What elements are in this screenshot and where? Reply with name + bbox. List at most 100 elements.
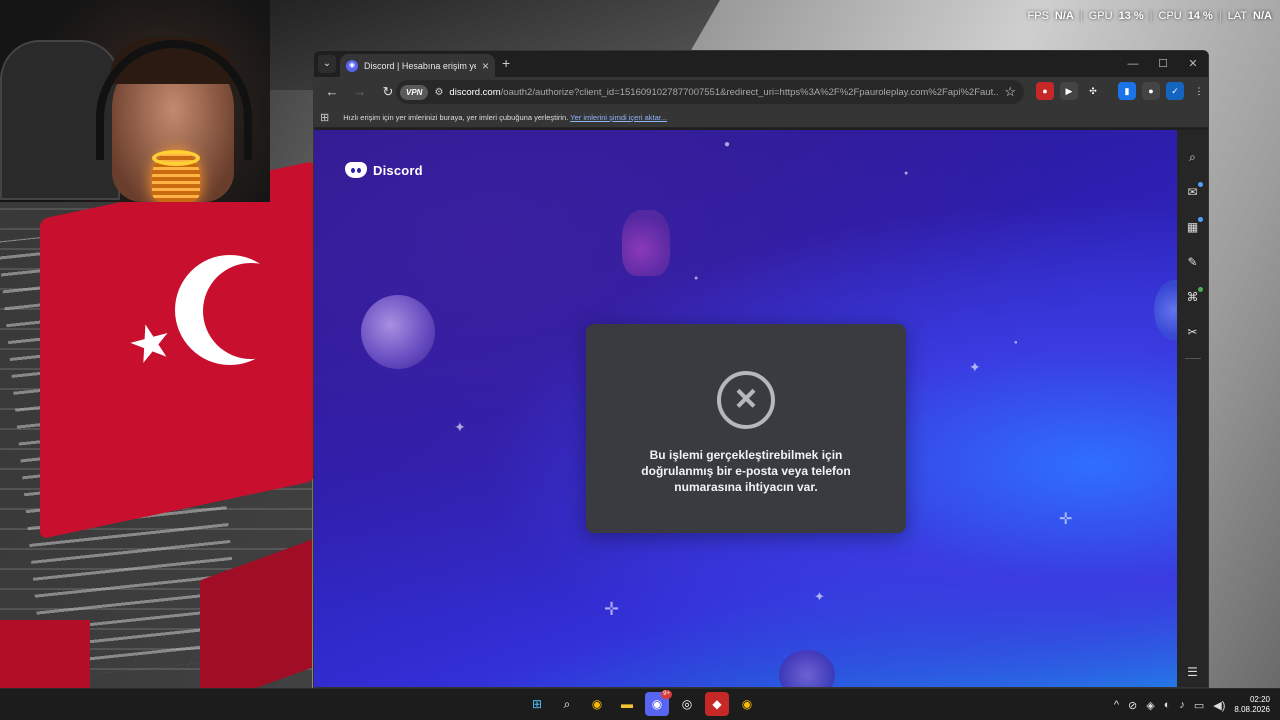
sidebar-toggle-icon[interactable]: ▮	[1118, 82, 1136, 100]
gpu-value: 13 %	[1118, 10, 1144, 22]
chat-icon[interactable]: ✉	[1185, 182, 1203, 201]
tab-search-icon[interactable]: ⌄	[318, 55, 336, 73]
adblock-extension-icon[interactable]: ●	[1036, 82, 1054, 100]
file-explorer-icon[interactable]: ▬	[615, 692, 639, 716]
tab-strip: ⌄ ◉ Discord | Hesabına erişim yetkis × +…	[314, 51, 1208, 77]
volume-icon[interactable]: ◀)	[1213, 699, 1225, 712]
sparkle-icon: ✛	[604, 599, 620, 619]
url-domain: discord.com	[449, 86, 501, 98]
notification-dot	[1197, 217, 1203, 222]
menu-kebab-icon[interactable]: ⋮	[1190, 82, 1208, 100]
chevron-up-icon[interactable]: ^	[1114, 699, 1119, 711]
url-path: /oauth2/authorize?client_id=151609102787…	[500, 86, 999, 98]
clock-date: 8.08.2026	[1234, 705, 1270, 714]
discord-brand-name: Discord	[373, 162, 423, 178]
security-shield-icon[interactable]: ✓	[1166, 82, 1184, 100]
new-tab-icon[interactable]: +	[502, 55, 510, 71]
sparkle-icon: ✛	[1059, 511, 1073, 528]
vpn-badge[interactable]: VPN	[400, 84, 429, 100]
sparkle-icon: ✦	[814, 589, 825, 604]
error-message: Bu işlemi gerçekleştirebilmek için doğru…	[641, 448, 851, 494]
browser-side-panel: ⌕ ✉ ▦ ✎ ⌘ ✂ ☰	[1177, 130, 1208, 687]
taskbar: ⊞ ⌕ ◉ ▬ ◉ 9+ ◎ ◆ ◉ ^ ⊘ ◈ ◐ ♪ ▭ ◀) 02:20 8…	[0, 688, 1280, 720]
browser-toolbar: ← → ↻ VPN ⚙ discord.com/oauth2/authorize…	[314, 77, 1208, 107]
site-info-icon[interactable]: ⚙	[434, 87, 443, 98]
notification-dot	[1197, 287, 1203, 292]
search-icon[interactable]: ⌕	[555, 692, 579, 716]
minimize-button[interactable]: —	[1118, 51, 1148, 77]
gpu-label: GPU	[1088, 10, 1113, 22]
close-window-button[interactable]: ✕	[1178, 51, 1208, 77]
decorative-orb	[779, 650, 835, 687]
error-dialog: × Bu işlemi gerçekleştirebilmek için doğ…	[586, 324, 906, 533]
tray-app-icon[interactable]: ⊘	[1128, 699, 1137, 712]
clock[interactable]: 02:20 8.08.2026	[1234, 695, 1270, 715]
maximize-button[interactable]: ☐	[1148, 51, 1178, 77]
flag-crescent-cut	[203, 263, 299, 359]
red-app-icon[interactable]: ◆	[705, 692, 729, 716]
cpu-label: CPU	[1158, 10, 1182, 22]
microphone-icon[interactable]: ♪	[1179, 699, 1185, 711]
tab-discord[interactable]: ◉ Discord | Hesabına erişim yetkis ×	[340, 54, 495, 77]
chrome-icon[interactable]: ◉	[585, 692, 609, 716]
browser-window: ⌄ ◉ Discord | Hesabına erişim yetkis × +…	[313, 50, 1209, 688]
discord-logo[interactable]: Discord	[345, 162, 423, 178]
cpu-value: 14 %	[1187, 10, 1213, 22]
bookmarks-hint: Hızlı erişim için yer imlerinizi buraya,…	[343, 113, 667, 122]
sparkle-icon: ●	[1014, 340, 1018, 346]
separator: |	[1149, 10, 1153, 22]
system-tray: ^ ⊘ ◈ ◐ ♪ ▭ ◀) 02:20 8.08.2026	[1114, 689, 1270, 720]
discord-page: ✦ ✦ ✛ ✛ ✦ ● ● ● ● Discord × Bu işlemi ge…	[314, 130, 1179, 687]
tab-title: Discord | Hesabına erişim yetkis	[364, 60, 476, 71]
tools-icon[interactable]: ✂	[1185, 323, 1201, 341]
clock-time: 02:20	[1249, 695, 1270, 704]
window-controls: — ☐ ✕	[1118, 51, 1208, 77]
back-icon[interactable]: ←	[320, 80, 344, 104]
fps-value: N/A	[1054, 10, 1074, 22]
decorative-potion	[622, 210, 670, 276]
profile-icon[interactable]: ●	[1142, 82, 1160, 100]
import-bookmarks-link[interactable]: Yer imlerini şimdi içeri aktar...	[570, 113, 667, 122]
close-tab-icon[interactable]: ×	[482, 59, 489, 73]
error-x-icon: ×	[717, 371, 775, 429]
extensions-puzzle-icon[interactable]: ✣	[1084, 82, 1102, 100]
performance-overlay: FPS N/A | GPU 13 % | CPU 14 % | LAT N/A	[1028, 10, 1272, 22]
discord-taskbar-icon[interactable]: ◉ 9+	[645, 690, 672, 716]
search-zoom-icon[interactable]: ⌕	[1185, 148, 1201, 166]
sparkle-icon: ●	[904, 170, 909, 177]
bookmark-star-icon[interactable]: ☆	[1004, 84, 1016, 100]
calculator-icon[interactable]: ▦	[1185, 217, 1203, 236]
separator: |	[1079, 10, 1083, 22]
taskbar-apps: ⊞ ⌕ ◉ ▬ ◉ 9+ ◎ ◆ ◉	[525, 690, 759, 716]
chrome-profile-icon[interactable]: ◉	[735, 692, 759, 716]
sparkle-icon: ✦	[454, 419, 466, 435]
url-text[interactable]: discord.com/oauth2/authorize?client_id=1…	[449, 87, 998, 98]
webcam-overlay	[0, 0, 270, 202]
discord-badge: 9+	[661, 690, 672, 699]
separator: |	[1218, 10, 1222, 22]
sparkle-icon: ✦	[969, 359, 981, 375]
apps-grid-icon[interactable]: ⊞	[320, 111, 329, 124]
sparkle-icon: ●	[694, 275, 699, 282]
fps-label: FPS	[1027, 10, 1049, 22]
start-windows-icon[interactable]: ⊞	[525, 692, 549, 716]
small-flag	[0, 620, 90, 688]
address-bar[interactable]: VPN ⚙ discord.com/oauth2/authorize?clien…	[396, 80, 1024, 104]
customize-sliders-icon[interactable]: ☰	[1187, 665, 1198, 679]
notes-icon[interactable]: ✎	[1185, 253, 1201, 271]
obs-icon[interactable]: ◎	[675, 692, 699, 716]
bookmarks-bar: ⊞ Hızlı erişim için yer imlerinizi buray…	[314, 107, 1208, 128]
discord-icon: ◉	[346, 59, 358, 72]
forward-icon[interactable]: →	[348, 80, 372, 104]
tray-app-icon[interactable]: ◐	[1164, 699, 1171, 711]
microphone-ring	[152, 150, 200, 166]
discord-logo-icon	[345, 162, 367, 178]
display-icon[interactable]: ▭	[1194, 699, 1204, 712]
gamepad-icon[interactable]: ⌘	[1185, 287, 1203, 306]
lat-value: N/A	[1253, 10, 1272, 22]
video-extension-icon[interactable]: ▶	[1060, 82, 1078, 100]
sparkle-icon: ●	[724, 139, 731, 150]
extensions-row: ● ▶ ✣ ▮ ● ✓ ⋮	[1036, 82, 1208, 100]
side-divider	[1184, 358, 1201, 359]
tray-app-icon[interactable]: ◈	[1146, 699, 1154, 712]
